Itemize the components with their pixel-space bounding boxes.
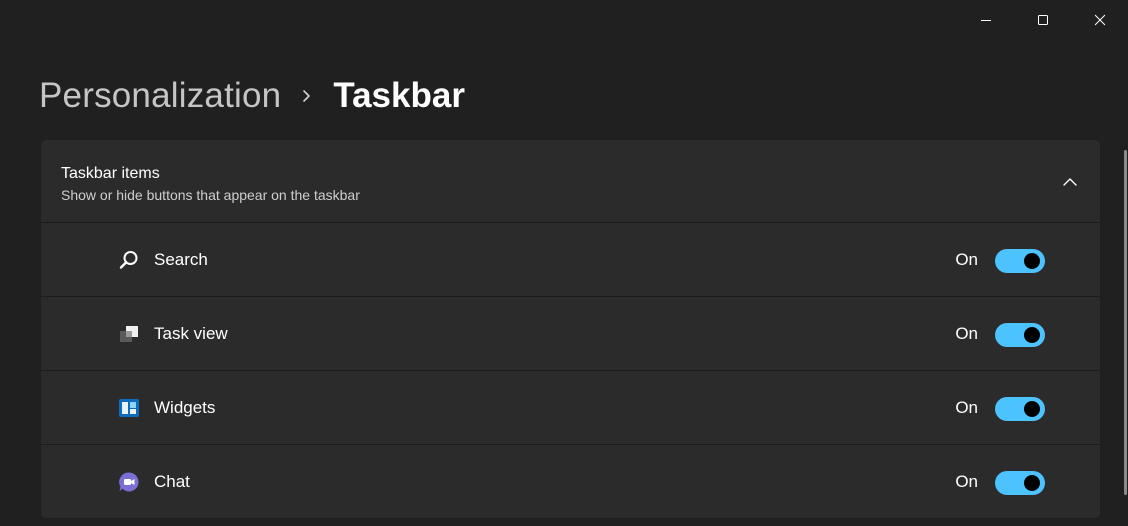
window-controls	[957, 0, 1128, 40]
item-label: Chat	[154, 472, 190, 491]
chat-toggle[interactable]	[995, 471, 1045, 495]
toggle-state-label: On	[955, 472, 978, 491]
taskbar-item-chat: Chat On	[41, 445, 1100, 518]
card-subtitle: Show or hide buttons that appear on the …	[61, 187, 360, 203]
toggle-knob	[1024, 253, 1040, 269]
chevron-right-icon	[301, 88, 313, 104]
maximize-button[interactable]	[1014, 0, 1071, 40]
minimize-button[interactable]	[957, 0, 1014, 40]
toggle-state-label: On	[955, 398, 978, 417]
card-title: Taskbar items	[61, 165, 160, 182]
toggle-knob	[1024, 327, 1040, 343]
maximize-icon	[1037, 15, 1048, 25]
vertical-scrollbar[interactable]	[1124, 150, 1127, 495]
item-label: Widgets	[154, 398, 216, 417]
widgets-icon	[118, 397, 140, 419]
toggle-knob	[1024, 475, 1040, 491]
search-toggle[interactable]	[995, 249, 1045, 273]
page-title: Taskbar	[333, 76, 465, 115]
close-icon	[1094, 14, 1105, 26]
taskbar-items-header[interactable]: Taskbar items Show or hide buttons that …	[41, 140, 1100, 223]
collapse-button[interactable]	[1054, 166, 1086, 198]
close-button[interactable]	[1071, 0, 1128, 40]
taskbar-items-card: Taskbar items Show or hide buttons that …	[40, 139, 1101, 519]
breadcrumb: Personalization Taskbar	[39, 72, 465, 120]
task-view-icon	[118, 323, 140, 345]
minimize-icon	[980, 20, 991, 21]
settings-window: Personalization Taskbar Taskbar items Sh…	[0, 0, 1128, 526]
toggle-state-label: On	[955, 324, 978, 343]
taskbar-item-task-view: Task view On	[41, 297, 1100, 371]
breadcrumb-parent-link[interactable]: Personalization	[39, 76, 281, 116]
chevron-up-icon	[1063, 178, 1077, 186]
widgets-toggle[interactable]	[995, 397, 1045, 421]
search-icon	[118, 249, 140, 271]
taskbar-item-search: Search On	[41, 223, 1100, 297]
taskbar-item-widgets: Widgets On	[41, 371, 1100, 445]
toggle-knob	[1024, 401, 1040, 417]
item-label: Task view	[154, 324, 228, 343]
chat-icon	[118, 471, 140, 493]
task-view-toggle[interactable]	[995, 323, 1045, 347]
toggle-state-label: On	[955, 250, 978, 269]
item-label: Search	[154, 250, 208, 269]
